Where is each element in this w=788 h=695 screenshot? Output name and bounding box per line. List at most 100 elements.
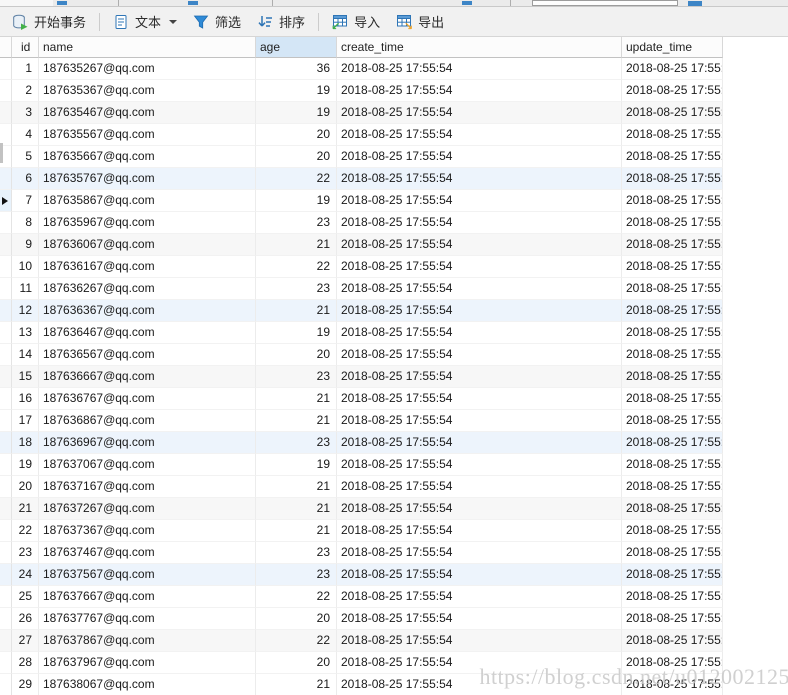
row-selector[interactable] (0, 432, 12, 454)
grid-cell-create_time[interactable]: 2018-08-25 17:55:54 (337, 608, 622, 630)
row-selector[interactable] (0, 674, 12, 695)
grid-cell-id[interactable]: 4 (12, 124, 39, 146)
grid-cell-id[interactable]: 10 (12, 256, 39, 278)
grid-cell-id[interactable]: 7 (12, 190, 39, 212)
grid-cell-update_time[interactable]: 2018-08-25 17:55:54 (622, 80, 723, 102)
row-selector[interactable] (0, 652, 12, 674)
grid-cell-age[interactable]: 23 (256, 212, 337, 234)
row-selector[interactable] (0, 454, 12, 476)
row-selector[interactable] (0, 300, 12, 322)
grid-cell-create_time[interactable]: 2018-08-25 17:55:54 (337, 630, 622, 652)
grid-cell-id[interactable]: 21 (12, 498, 39, 520)
grid-cell-name[interactable]: 187637067@qq.com (39, 454, 256, 476)
grid-cell-age[interactable]: 21 (256, 388, 337, 410)
grid-cell-update_time[interactable]: 2018-08-25 17:55:54 (622, 608, 723, 630)
grid-cell-name[interactable]: 187637767@qq.com (39, 608, 256, 630)
row-selector[interactable] (0, 476, 12, 498)
grid-cell-update_time[interactable]: 2018-08-25 17:55:54 (622, 124, 723, 146)
grid-cell-create_time[interactable]: 2018-08-25 17:55:54 (337, 322, 622, 344)
grid-cell-name[interactable]: 187637367@qq.com (39, 520, 256, 542)
grid-cell-name[interactable]: 187636367@qq.com (39, 300, 256, 322)
row-selector[interactable] (0, 344, 12, 366)
grid-cell-age[interactable]: 20 (256, 124, 337, 146)
row-selector[interactable] (0, 234, 12, 256)
grid-cell-update_time[interactable]: 2018-08-25 17:55:54 (622, 300, 723, 322)
grid-cell-age[interactable]: 22 (256, 630, 337, 652)
grid-cell-create_time[interactable]: 2018-08-25 17:55:54 (337, 212, 622, 234)
grid-cell-id[interactable]: 18 (12, 432, 39, 454)
grid-cell-create_time[interactable]: 2018-08-25 17:55:54 (337, 432, 622, 454)
grid-cell-create_time[interactable]: 2018-08-25 17:55:54 (337, 256, 622, 278)
grid-cell-age[interactable]: 19 (256, 190, 337, 212)
row-selector[interactable] (0, 58, 12, 80)
grid-cell-update_time[interactable]: 2018-08-25 17:55:54 (622, 652, 723, 674)
grid-cell-name[interactable]: 187635367@qq.com (39, 80, 256, 102)
grid-cell-age[interactable]: 21 (256, 300, 337, 322)
grid-cell-age[interactable]: 20 (256, 344, 337, 366)
row-selector[interactable] (0, 586, 12, 608)
grid-cell-id[interactable]: 20 (12, 476, 39, 498)
grid-cell-update_time[interactable]: 2018-08-25 17:55:54 (622, 630, 723, 652)
grid-cell-create_time[interactable]: 2018-08-25 17:55:54 (337, 300, 622, 322)
grid-cell-update_time[interactable]: 2018-08-25 17:55:54 (622, 586, 723, 608)
grid-cell-update_time[interactable]: 2018-08-25 17:55:54 (622, 344, 723, 366)
grid-cell-age[interactable]: 23 (256, 366, 337, 388)
grid-cell-id[interactable]: 14 (12, 344, 39, 366)
grid-cell-age[interactable]: 20 (256, 652, 337, 674)
grid-cell-update_time[interactable]: 2018-08-25 17:55:54 (622, 190, 723, 212)
grid-cell-id[interactable]: 9 (12, 234, 39, 256)
grid-cell-create_time[interactable]: 2018-08-25 17:55:54 (337, 652, 622, 674)
grid-cell-age[interactable]: 19 (256, 454, 337, 476)
grid-cell-id[interactable]: 19 (12, 454, 39, 476)
grid-cell-age[interactable]: 21 (256, 520, 337, 542)
grid-cell-create_time[interactable]: 2018-08-25 17:55:54 (337, 388, 622, 410)
grid-cell-age[interactable]: 23 (256, 564, 337, 586)
grid-cell-age[interactable]: 21 (256, 674, 337, 695)
row-selector[interactable] (0, 608, 12, 630)
grid-cell-update_time[interactable]: 2018-08-25 17:55:54 (622, 322, 723, 344)
grid-cell-create_time[interactable]: 2018-08-25 17:55:54 (337, 454, 622, 476)
grid-cell-age[interactable]: 23 (256, 542, 337, 564)
export-button[interactable]: ↘ 导出 (388, 10, 452, 34)
grid-cell-id[interactable]: 17 (12, 410, 39, 432)
grid-cell-id[interactable]: 16 (12, 388, 39, 410)
grid-cell-id[interactable]: 27 (12, 630, 39, 652)
grid-cell-update_time[interactable]: 2018-08-25 17:55:54 (622, 146, 723, 168)
row-selector[interactable] (0, 212, 12, 234)
row-selector[interactable] (0, 278, 12, 300)
grid-cell-update_time[interactable]: 2018-08-25 17:55:54 (622, 278, 723, 300)
grid-cell-create_time[interactable]: 2018-08-25 17:55:54 (337, 344, 622, 366)
grid-cell-id[interactable]: 22 (12, 520, 39, 542)
row-selector[interactable] (0, 410, 12, 432)
grid-cell-age[interactable]: 20 (256, 608, 337, 630)
grid-cell-name[interactable]: 187635667@qq.com (39, 146, 256, 168)
grid-cell-age[interactable]: 36 (256, 58, 337, 80)
row-selector[interactable] (0, 80, 12, 102)
grid-cell-age[interactable]: 22 (256, 256, 337, 278)
import-button[interactable]: ↙ 导入 (324, 10, 388, 34)
column-header-id[interactable]: id (12, 37, 39, 58)
grid-cell-id[interactable]: 28 (12, 652, 39, 674)
grid-cell-update_time[interactable]: 2018-08-25 17:55:54 (622, 410, 723, 432)
grid-cell-update_time[interactable]: 2018-08-25 17:55:54 (622, 212, 723, 234)
grid-cell-update_time[interactable]: 2018-08-25 17:55:54 (622, 102, 723, 124)
column-header-age[interactable]: age (256, 37, 337, 58)
sort-button[interactable]: 排序 (249, 10, 313, 34)
grid-cell-update_time[interactable]: 2018-08-25 17:55:54 (622, 58, 723, 80)
grid-cell-update_time[interactable]: 2018-08-25 17:55:54 (622, 234, 723, 256)
grid-cell-age[interactable]: 22 (256, 168, 337, 190)
grid-cell-name[interactable]: 187638067@qq.com (39, 674, 256, 695)
grid-cell-age[interactable]: 23 (256, 432, 337, 454)
row-selector[interactable] (0, 322, 12, 344)
row-selector[interactable] (0, 564, 12, 586)
row-selector[interactable] (0, 498, 12, 520)
grid-cell-name[interactable]: 187635267@qq.com (39, 58, 256, 80)
grid-cell-create_time[interactable]: 2018-08-25 17:55:54 (337, 498, 622, 520)
grid-cell-update_time[interactable]: 2018-08-25 17:55:54 (622, 454, 723, 476)
row-selector[interactable] (0, 630, 12, 652)
grid-cell-create_time[interactable]: 2018-08-25 17:55:54 (337, 190, 622, 212)
grid-cell-update_time[interactable]: 2018-08-25 17:55:54 (622, 388, 723, 410)
grid-cell-id[interactable]: 6 (12, 168, 39, 190)
row-selector[interactable] (0, 542, 12, 564)
grid-cell-name[interactable]: 187636567@qq.com (39, 344, 256, 366)
